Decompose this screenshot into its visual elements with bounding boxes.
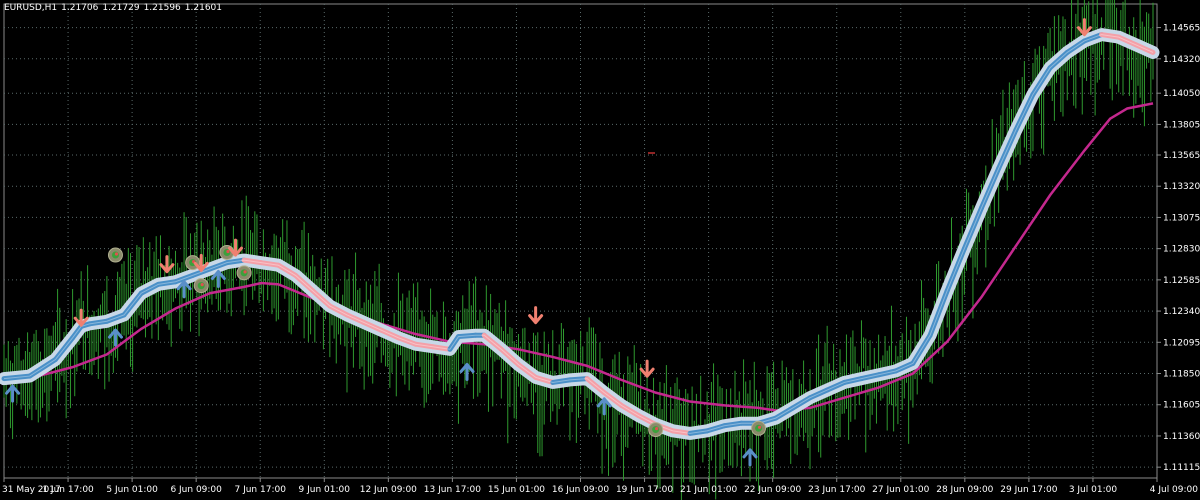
time-label: 7 Jun 17:00 [234, 485, 286, 495]
chart-window[interactable]: 1.14565 1.14320 1.14050 1.13805 1.13565 1.133… [0, 0, 1200, 500]
price-label: 1.11850 [1163, 370, 1200, 380]
time-label: 3 Jul 01:00 [1069, 485, 1118, 495]
time-label: 13 Jun 17:00 [424, 485, 481, 495]
time-label: 29 Jun 17:00 [1000, 485, 1057, 495]
buy-arrow-icon [459, 363, 475, 382]
plot-frame [3, 3, 1158, 479]
signal-markers[interactable] [5, 18, 1092, 467]
time-label: 21 Jun 01:00 [680, 485, 737, 495]
signal-circle-icon [193, 278, 209, 294]
signal-circle-icon [107, 247, 123, 263]
sell-arrow-icon [639, 359, 655, 378]
time-label: 12 Jun 09:00 [360, 485, 417, 495]
time-label: 5 Jun 01:00 [106, 485, 158, 495]
time-label: 15 Jun 01:00 [488, 485, 545, 495]
price-label: 1.11115 [1163, 463, 1200, 473]
price-label: 1.14320 [1163, 55, 1200, 65]
sell-arrow-icon [528, 306, 544, 325]
price-label: 1.12340 [1163, 307, 1200, 317]
time-label: 23 Jun 17:00 [808, 485, 865, 495]
price-label: 1.13075 [1163, 213, 1200, 223]
price-label: 1.12585 [1163, 276, 1200, 286]
price-label: 1.13565 [1163, 151, 1200, 161]
time-label: 28 Jun 09:00 [936, 485, 993, 495]
time-axis: 31 May 20171 Jun 17:00 5 Jun 01:00 6 Jun 0… [2, 478, 1198, 495]
time-label: 9 Jun 01:00 [299, 485, 351, 495]
price-axis: 1.14565 1.14320 1.14050 1.13805 1.13565 1.133… [1157, 24, 1200, 473]
chart-header: EURUSD,H1 1.21706 1.21729 1.21596 1.21601 [4, 3, 226, 13]
price-label: 1.13805 [1163, 120, 1200, 130]
price-label: 1.14565 [1163, 24, 1200, 34]
time-label: 27 Jun 01:00 [872, 485, 929, 495]
high-price: 1.21729 [102, 3, 140, 13]
open-price: 1.21706 [61, 3, 99, 13]
time-label: 4 Jul 09:00 [1150, 485, 1199, 495]
price-chart[interactable]: 1.14565 1.14320 1.14050 1.13805 1.13565 1.133… [0, 0, 1200, 500]
slow-ma-line [3, 102, 1154, 412]
time-label: 16 Jun 09:00 [552, 485, 609, 495]
chart-grid [3, 3, 1158, 479]
price-label: 1.11605 [1163, 401, 1200, 411]
signal-circle-icon [236, 265, 252, 281]
time-label: 22 Jun 09:00 [744, 485, 801, 495]
time-label: 1 Jun 17:00 [42, 485, 94, 495]
signal-circle-icon [751, 420, 767, 436]
price-label: 1.14050 [1163, 89, 1200, 99]
price-bars [3, 0, 1154, 500]
price-label: 1.12830 [1163, 245, 1200, 255]
price-label: 1.12095 [1163, 338, 1200, 348]
price-label: 1.11360 [1163, 432, 1200, 442]
low-price: 1.21596 [143, 3, 181, 13]
time-label: 19 Jun 17:00 [616, 485, 673, 495]
slow-moving-average [3, 102, 1154, 412]
price-label: 1.13320 [1163, 182, 1200, 192]
signal-circle-icon [648, 422, 664, 438]
time-label: 6 Jun 09:00 [170, 485, 222, 495]
symbol-label: EURUSD,H1 [4, 3, 58, 13]
close-price: 1.21601 [184, 3, 222, 13]
